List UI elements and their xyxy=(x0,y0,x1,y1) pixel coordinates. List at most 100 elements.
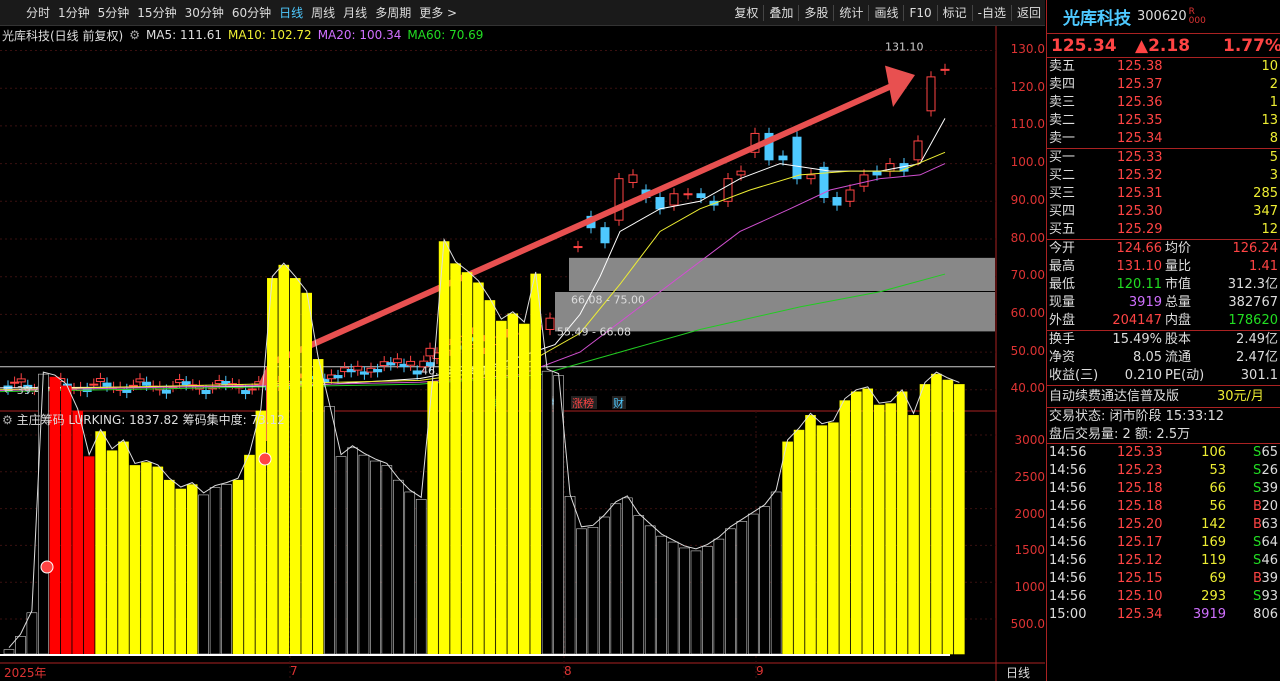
divider xyxy=(903,4,905,21)
candle-body xyxy=(628,174,638,183)
stat-row-4-v2: 178620 xyxy=(1228,313,1278,328)
candle-body xyxy=(241,390,251,395)
stat-row-1-v1: 131.10 xyxy=(1116,259,1163,274)
stat2-row-0: 换手 15.49% 股本 2.49亿 xyxy=(1047,331,1280,349)
candle-body xyxy=(806,174,816,180)
tick-side: S xyxy=(1253,481,1262,496)
period-tab-1[interactable]: 1分钟 xyxy=(54,4,94,21)
candle-body xyxy=(913,140,923,161)
stat2-row-1-k2: 流通 xyxy=(1165,350,1192,365)
bid-row-3-volume: 285 xyxy=(1253,186,1278,201)
indicator-bar xyxy=(942,379,954,655)
toolbar-btn-1[interactable]: 叠加 xyxy=(765,4,797,21)
candle-body xyxy=(845,189,855,202)
indicator-bar xyxy=(152,466,164,655)
toolbar-btn-4[interactable]: 画线 xyxy=(870,4,902,21)
ask-row-1-label: 卖一 xyxy=(1049,131,1076,146)
indicator-bar xyxy=(644,525,656,655)
indicator-bar xyxy=(72,410,83,655)
period-tab-2[interactable]: 5分钟 xyxy=(94,4,134,21)
toolbar-btn-2[interactable]: 多股 xyxy=(800,4,832,21)
indicator-settings-icon[interactable]: ⚙ xyxy=(2,413,17,427)
period-tab-10[interactable]: 更多 > xyxy=(415,4,461,21)
ask-row-5[interactable]: 卖五 125.38 10 xyxy=(1047,58,1280,76)
indicator-bar xyxy=(267,278,278,655)
stat-row-1-k1: 最高 xyxy=(1049,259,1076,274)
ask-row-4[interactable]: 卖四 125.37 2 xyxy=(1047,76,1280,94)
candle-body xyxy=(655,197,665,210)
tick-count: 39 xyxy=(1261,481,1278,496)
trend-arrowhead xyxy=(885,65,915,108)
tick-price: 125.20 xyxy=(1117,517,1163,532)
ask-row-2-label: 卖二 xyxy=(1049,113,1076,128)
stat-row-0-v1: 124.66 xyxy=(1116,241,1163,256)
candle-body xyxy=(89,383,99,386)
indicator-bar xyxy=(828,422,839,655)
period-tab-6[interactable]: 日线 xyxy=(275,4,307,21)
toolbar-btn-5[interactable]: F10 xyxy=(905,6,935,20)
toolbar-btn-3[interactable]: 统计 xyxy=(835,4,867,21)
indicator-bar xyxy=(873,404,885,655)
indicator-bar xyxy=(759,506,771,655)
tick-price: 125.18 xyxy=(1117,499,1163,514)
tick-row: 14:56 125.17 169 S 64 xyxy=(1047,534,1280,552)
r-badge-icon: R 000 xyxy=(1188,6,1206,26)
period-tab-7[interactable]: 周线 xyxy=(307,4,339,21)
indicator-bar xyxy=(530,273,542,655)
period-tab-0[interactable]: 分时 xyxy=(22,4,54,21)
ask-row-2[interactable]: 卖二 125.35 13 xyxy=(1047,112,1280,130)
bid-row-3[interactable]: 买三 125.31 285 xyxy=(1047,185,1280,203)
divider xyxy=(936,4,938,21)
stat2-row-1: 净资 8.05 流通 2.47亿 xyxy=(1047,349,1280,367)
tick-count: 63 xyxy=(1261,517,1278,532)
stats-block: 今开 124.66 均价 126.24 最高 131.10 量比 1.41 最低 120.11 市值… xyxy=(1047,240,1280,330)
toolbar-btn-7[interactable]: -自选 xyxy=(974,4,1010,21)
stat2-row-2-v2: 301.1 xyxy=(1240,368,1278,383)
period-tab-8[interactable]: 月线 xyxy=(339,4,371,21)
tick-count: 93 xyxy=(1261,589,1278,604)
bid-row-4-label: 买四 xyxy=(1049,204,1076,219)
toolbar-btn-8[interactable]: 返回 xyxy=(1013,4,1045,21)
indicator-bar xyxy=(106,450,118,655)
candle-body xyxy=(926,76,936,112)
stat2-row-2-k1: 收益(三) xyxy=(1049,368,1099,383)
indicator-bar xyxy=(862,388,874,655)
indicator-bar xyxy=(507,313,519,655)
period-tab-5[interactable]: 60分钟 xyxy=(228,4,275,21)
period-tab-9[interactable]: 多周期 xyxy=(371,4,415,21)
indicator-bar xyxy=(702,546,713,655)
ask-row-2-price: 125.35 xyxy=(1117,113,1163,128)
ad-banner[interactable]: 自动续费通达信普及版 30元/月 xyxy=(1047,386,1280,408)
tick-time: 14:56 xyxy=(1049,589,1087,604)
ask-row-1[interactable]: 卖一 125.34 8 xyxy=(1047,130,1280,148)
bid-row-5[interactable]: 买五 125.29 12 xyxy=(1047,221,1280,239)
bid-row-4[interactable]: 买四 125.30 347 xyxy=(1047,203,1280,221)
candle-body xyxy=(669,193,679,206)
stat-row-0-k2: 均价 xyxy=(1165,241,1192,256)
kline-chart[interactable]: 131.10← 39.4966.08 - 75.0055.49 - 66.084… xyxy=(0,26,1045,681)
bid-row-2[interactable]: 买二 125.32 3 xyxy=(1047,167,1280,185)
indicator-bar xyxy=(553,375,564,655)
ask-row-3[interactable]: 卖三 125.36 1 xyxy=(1047,94,1280,112)
indicator-bar xyxy=(427,381,438,655)
price-tick: 70.00 xyxy=(1010,268,1045,283)
indicator-bar xyxy=(221,484,232,655)
date-tick: 9 xyxy=(756,664,764,678)
tick-list[interactable]: 14:56 125.33 106 S 65 14:56 125.23 53 S 26 14:56 12… xyxy=(1047,444,1280,624)
toolbar-btn-6[interactable]: 标记 xyxy=(939,4,971,21)
indicator-bar xyxy=(278,264,290,655)
ask-row-3-price: 125.36 xyxy=(1117,95,1163,110)
candle-body xyxy=(373,369,383,373)
period-tab-3[interactable]: 15分钟 xyxy=(133,4,180,21)
date-tick: 2025年 xyxy=(4,666,47,680)
indicator-bar xyxy=(255,410,267,655)
price-tick: 110.0 xyxy=(1010,117,1045,132)
bid-row-1[interactable]: 买一 125.33 5 xyxy=(1047,149,1280,167)
indicator-header: ⚙ 主庄筹码 LURKING: 1837.82 筹码集中度: 73.12 xyxy=(2,411,285,428)
indicator-bar xyxy=(587,527,599,655)
period-tab-4[interactable]: 30分钟 xyxy=(181,4,228,21)
price-tick: 80.00 xyxy=(1010,230,1045,245)
candle-body xyxy=(832,197,842,206)
period-tab-bottom[interactable]: 日线 xyxy=(1006,664,1030,681)
toolbar-btn-0[interactable]: 复权 xyxy=(730,4,762,21)
